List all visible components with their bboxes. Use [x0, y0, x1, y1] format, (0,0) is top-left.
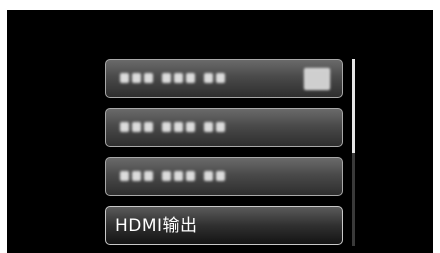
menu-item-hdmi-output[interactable]: HDMI输出: [105, 206, 343, 245]
menu-item-1[interactable]: [105, 59, 343, 98]
camera-menu-screen: HDMI输出: [7, 10, 433, 253]
menu-item-label: HDMI输出: [115, 216, 198, 236]
menu-item-2[interactable]: [105, 108, 343, 147]
blurred-label: [120, 171, 225, 181]
settings-menu-list: HDMI输出: [105, 59, 345, 253]
scrollbar-thumb[interactable]: [352, 59, 355, 153]
blurred-label: [120, 73, 225, 83]
menu-item-3[interactable]: [105, 157, 343, 196]
blurred-label: [120, 122, 225, 132]
value-badge-icon: [304, 68, 330, 90]
scrollbar-track[interactable]: [352, 59, 355, 246]
